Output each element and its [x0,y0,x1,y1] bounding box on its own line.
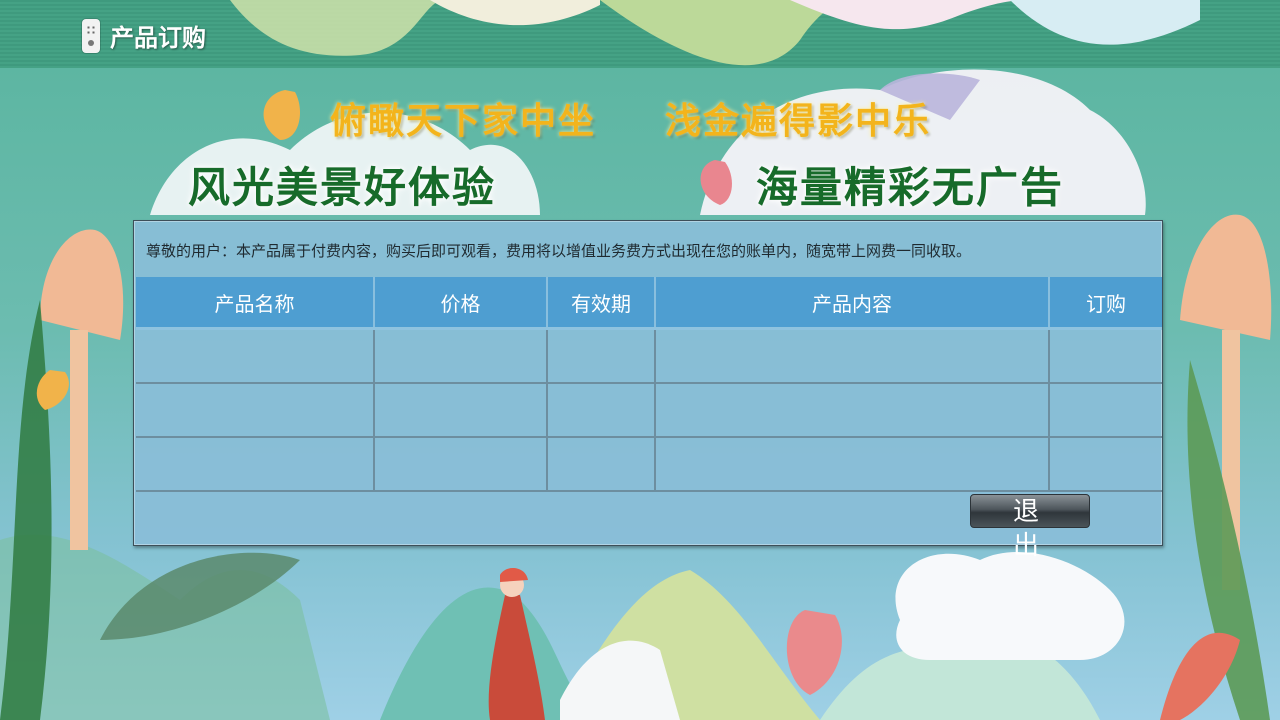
cell-product-name [136,328,375,384]
cell-validity [547,383,656,438]
header-product-content: 产品内容 [655,277,1050,330]
table-row[interactable] [136,383,1162,438]
cell-subscribe[interactable] [1049,328,1162,384]
cell-product-content [655,328,1050,384]
header-validity: 有效期 [547,277,656,330]
cell-product-content [655,437,1050,492]
header-product-name: 产品名称 [136,277,375,330]
table-row[interactable] [136,437,1162,492]
exit-button[interactable]: 退 出 [970,494,1090,561]
slogan-line2-left: 风光美景好体验 [188,163,497,212]
header-price: 价格 [374,277,548,330]
cell-price [374,437,548,492]
cell-product-name [136,383,375,438]
cell-validity [547,328,656,384]
cell-product-content [655,383,1050,438]
payment-notice: 尊敬的用户：本产品属于付费内容，购买后即可观看，费用将以增值业务费方式出现在您的… [146,242,972,260]
cell-price [374,383,548,438]
cell-price [374,328,548,384]
product-table: 产品名称 价格 有效期 产品内容 订购 [136,277,1162,492]
cell-subscribe[interactable] [1049,437,1162,492]
header-subscribe: 订购 [1049,277,1162,330]
table-header-row: 产品名称 价格 有效期 产品内容 订购 [136,277,1162,330]
slogan-line2-right: 海量精彩无广告 [756,163,1065,212]
table-row[interactable] [136,328,1162,384]
cell-subscribe[interactable] [1049,383,1162,438]
page-title: 产品订购 [110,24,206,52]
cell-product-name [136,437,375,492]
order-panel: 尊敬的用户：本产品属于付费内容，购买后即可观看，费用将以增值业务费方式出现在您的… [133,220,1163,561]
slogan-line1-left: 俯瞰天下家中坐 [330,101,597,142]
remote-control-icon [82,18,100,53]
slogan-line1-right: 浅金遍得影中乐 [665,101,932,142]
cell-validity [547,437,656,492]
header: 产品订购 [82,18,206,53]
